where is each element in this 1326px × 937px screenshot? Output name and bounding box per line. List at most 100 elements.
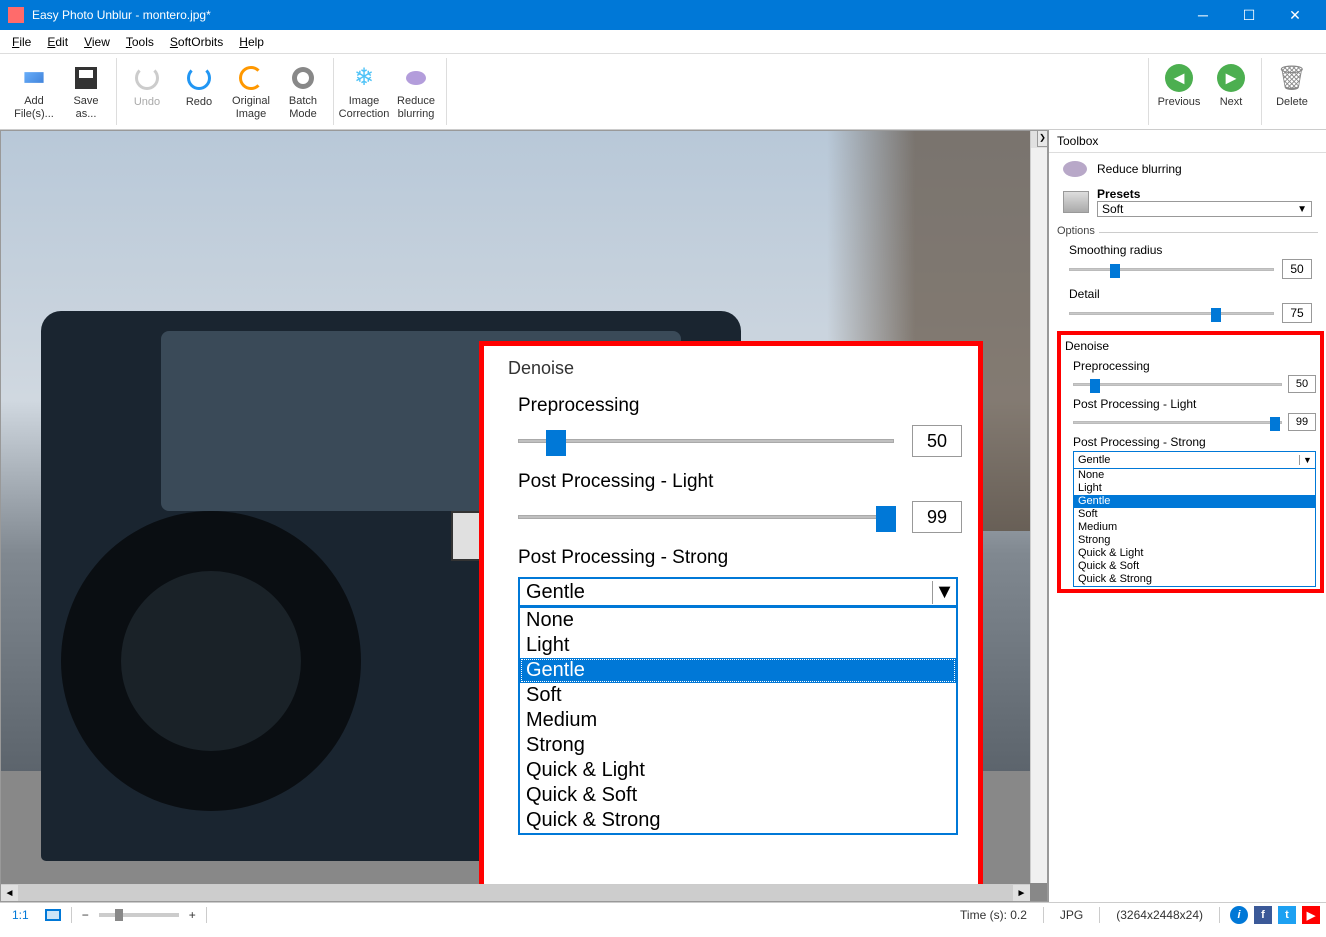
- status-format: JPG: [1054, 908, 1089, 922]
- horizontal-scrollbar[interactable]: ◄ ►: [1, 884, 1030, 901]
- canvas-area[interactable]: K561CO Denoise Preprocessing 50 Post Pro…: [0, 130, 1048, 902]
- option-strong-sidebar[interactable]: Strong: [1074, 534, 1315, 547]
- poststrong-label: Post Processing - Strong: [500, 547, 962, 569]
- window-title: Easy Photo Unblur - montero.jpg*: [32, 8, 1180, 22]
- maximize-button[interactable]: ☐: [1226, 0, 1272, 30]
- fit-screen-icon[interactable]: [45, 909, 61, 921]
- menu-tools[interactable]: Tools: [118, 33, 162, 51]
- facebook-icon[interactable]: f: [1254, 906, 1272, 924]
- presets-select[interactable]: Soft▼: [1097, 201, 1312, 217]
- preprocessing-slider-sidebar[interactable]: [1073, 383, 1282, 386]
- save-as-button[interactable]: Save as...: [60, 58, 112, 125]
- zoom-in-button[interactable]: +: [189, 908, 196, 922]
- info-icon[interactable]: i: [1230, 906, 1248, 924]
- chevron-down-icon: ▼: [1297, 204, 1307, 215]
- batch-mode-button[interactable]: Batch Mode: [277, 58, 329, 125]
- close-button[interactable]: ✕: [1272, 0, 1318, 30]
- blur-icon: [1063, 161, 1087, 177]
- option-quick-strong[interactable]: Quick & Strong: [520, 808, 956, 833]
- next-button[interactable]: ►Next: [1205, 58, 1257, 125]
- option-soft-sidebar[interactable]: Soft: [1074, 508, 1315, 521]
- minimize-button[interactable]: ─: [1180, 0, 1226, 30]
- smoothing-label: Smoothing radius: [1069, 243, 1312, 257]
- postlight-label-sidebar: Post Processing - Light: [1073, 397, 1316, 411]
- smoothing-slider[interactable]: [1069, 268, 1274, 271]
- option-soft[interactable]: Soft: [520, 683, 956, 708]
- preprocessing-value[interactable]: 50: [912, 425, 962, 457]
- chevron-down-icon: ▼: [932, 581, 956, 604]
- option-quick-light[interactable]: Quick & Light: [520, 758, 956, 783]
- chevron-down-icon: ▼: [1299, 455, 1315, 465]
- option-none-sidebar[interactable]: None: [1074, 469, 1315, 482]
- postlight-value-sidebar[interactable]: 99: [1288, 413, 1316, 431]
- social-icons: i f t ▶: [1230, 906, 1320, 924]
- option-strong[interactable]: Strong: [520, 733, 956, 758]
- sidebar-collapse-button[interactable]: ❯: [1037, 130, 1048, 147]
- reduce-blurring-button[interactable]: Reduce blurring: [390, 58, 442, 125]
- zoom-out-button[interactable]: −: [82, 908, 89, 922]
- menubar: File Edit View Tools SoftOrbits Help: [0, 30, 1326, 54]
- option-none[interactable]: None: [520, 608, 956, 633]
- option-quick-light-sidebar[interactable]: Quick & Light: [1074, 547, 1315, 560]
- postlight-label: Post Processing - Light: [500, 471, 962, 493]
- zoom-ratio[interactable]: 1:1: [6, 908, 35, 922]
- detail-label: Detail: [1069, 287, 1312, 301]
- menu-view[interactable]: View: [76, 33, 118, 51]
- delete-button[interactable]: 🗑Delete: [1266, 58, 1318, 125]
- previous-button[interactable]: ◄Previous: [1153, 58, 1205, 125]
- poststrong-dropdown-sidebar: None Light Gentle Soft Medium Strong Qui…: [1073, 469, 1316, 587]
- original-image-button[interactable]: Original Image: [225, 58, 277, 125]
- preprocessing-slider[interactable]: [518, 439, 894, 443]
- menu-help[interactable]: Help: [231, 33, 272, 51]
- twitter-icon[interactable]: t: [1278, 906, 1296, 924]
- menu-edit[interactable]: Edit: [39, 33, 76, 51]
- poststrong-label-sidebar: Post Processing - Strong: [1073, 435, 1316, 449]
- option-quick-strong-sidebar[interactable]: Quick & Strong: [1074, 573, 1315, 586]
- poststrong-dropdown: None Light Gentle Soft Medium Strong Qui…: [518, 607, 958, 835]
- option-light[interactable]: Light: [520, 633, 956, 658]
- menu-softorbits[interactable]: SoftOrbits: [162, 33, 231, 51]
- option-gentle[interactable]: Gentle: [520, 658, 956, 683]
- undo-button[interactable]: Undo: [121, 58, 173, 125]
- poststrong-combo[interactable]: Gentle ▼: [518, 577, 958, 607]
- window-controls: ─ ☐ ✕: [1180, 0, 1318, 30]
- toolbox-sidebar: ❯ Toolbox Reduce blurring Presets Soft▼ …: [1048, 130, 1326, 902]
- toolbar: Add File(s)... Save as... Undo Redo Orig…: [0, 54, 1326, 130]
- option-gentle-sidebar[interactable]: Gentle: [1074, 495, 1315, 508]
- toolbox-title: Toolbox: [1049, 130, 1326, 153]
- preprocessing-label-sidebar: Preprocessing: [1073, 359, 1316, 373]
- poststrong-combo-sidebar[interactable]: Gentle▼: [1073, 451, 1316, 469]
- option-light-sidebar[interactable]: Light: [1074, 482, 1315, 495]
- vertical-scrollbar[interactable]: ▲: [1030, 131, 1047, 883]
- statusbar: 1:1 − + Time (s): 0.2 JPG (3264x2448x24)…: [0, 902, 1326, 927]
- option-medium[interactable]: Medium: [520, 708, 956, 733]
- option-quick-soft-sidebar[interactable]: Quick & Soft: [1074, 560, 1315, 573]
- presets-row: Presets Soft▼: [1049, 185, 1326, 223]
- status-time: Time (s): 0.2: [954, 908, 1033, 922]
- menu-file[interactable]: File: [4, 33, 39, 51]
- denoise-overlay-magnified: Denoise Preprocessing 50 Post Processing…: [479, 341, 983, 902]
- options-caption: Options: [1049, 223, 1326, 239]
- image-correction-button[interactable]: ❄Image Correction: [338, 58, 390, 125]
- preprocessing-value-sidebar[interactable]: 50: [1288, 375, 1316, 393]
- zoom-slider[interactable]: [99, 913, 179, 917]
- redo-button[interactable]: Redo: [173, 58, 225, 125]
- option-quick-soft[interactable]: Quick & Soft: [520, 783, 956, 808]
- postlight-slider-sidebar[interactable]: [1073, 421, 1282, 424]
- titlebar: Easy Photo Unblur - montero.jpg* ─ ☐ ✕: [0, 0, 1326, 30]
- detail-slider[interactable]: [1069, 312, 1274, 315]
- option-medium-sidebar[interactable]: Medium: [1074, 521, 1315, 534]
- denoise-panel: Denoise Preprocessing 50 Post Processing…: [1057, 331, 1324, 593]
- youtube-icon[interactable]: ▶: [1302, 906, 1320, 924]
- current-tool-row: Reduce blurring: [1049, 153, 1326, 185]
- add-files-button[interactable]: Add File(s)...: [8, 58, 60, 125]
- smoothing-value[interactable]: 50: [1282, 259, 1312, 279]
- postlight-value[interactable]: 99: [912, 501, 962, 533]
- current-tool-label: Reduce blurring: [1097, 162, 1182, 176]
- denoise-title-sidebar: Denoise: [1065, 339, 1316, 353]
- presets-label: Presets: [1097, 187, 1312, 201]
- presets-icon: [1063, 191, 1089, 213]
- postlight-slider[interactable]: [518, 515, 894, 519]
- status-dimensions: (3264x2448x24): [1110, 908, 1209, 922]
- detail-value[interactable]: 75: [1282, 303, 1312, 323]
